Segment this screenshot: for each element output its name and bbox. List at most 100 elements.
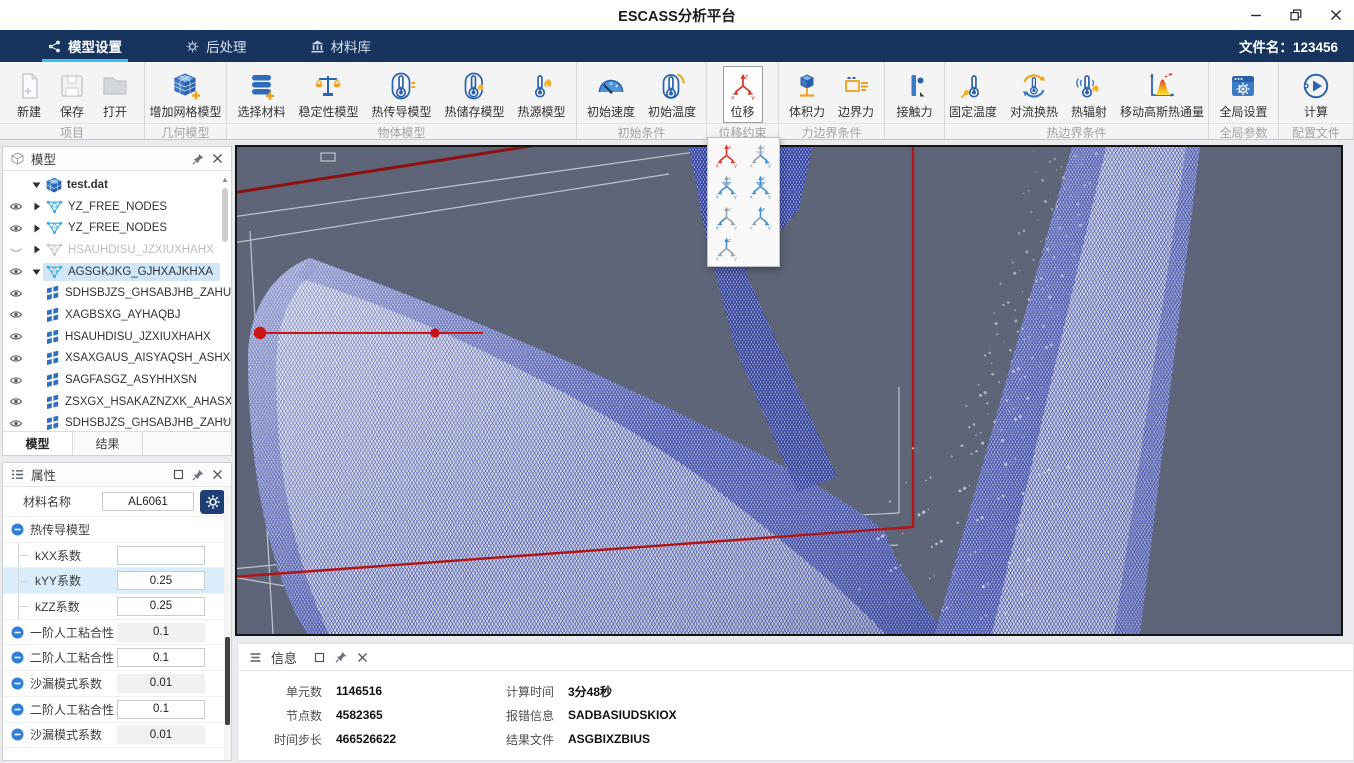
eye-icon[interactable]: [8, 375, 24, 386]
ribbon-button-select-material[interactable]: 选择材料: [231, 66, 291, 123]
material-name-input[interactable]: AL6061: [102, 492, 194, 511]
ribbon-button-heat-storage[interactable]: 热储存模型: [439, 66, 511, 123]
eye-icon[interactable]: [8, 201, 24, 212]
model-panel-tab-model[interactable]: 模型: [3, 432, 73, 455]
restore-window-icon[interactable]: [1288, 7, 1304, 23]
caret-down-icon[interactable]: [30, 181, 43, 189]
property-input[interactable]: 0.25: [117, 571, 205, 590]
property-input[interactable]: 0.1: [117, 700, 205, 719]
scroll-up-icon[interactable]: ▲: [221, 175, 229, 185]
collapse-minus-icon[interactable]: [11, 523, 24, 536]
tree-item[interactable]: HSAUHDISU_JZXIUXHAHX: [3, 239, 231, 261]
eye-icon[interactable]: [8, 396, 24, 407]
ribbon-button-contact-force[interactable]: 接触力: [890, 66, 938, 123]
eye-icon[interactable]: [8, 309, 24, 320]
tab-post-process[interactable]: 后处理: [180, 30, 253, 62]
eye-off-icon[interactable]: [8, 244, 24, 255]
ribbon-group-label: 配置文件: [1279, 123, 1353, 139]
ribbon-button-new-file[interactable]: 新建: [8, 66, 50, 123]
ribbon-button-gauss-heat-flux[interactable]: 移动高斯热通量: [1114, 66, 1210, 123]
axis-x-blue[interactable]: zxy: [711, 203, 742, 232]
property-input[interactable]: 0.01: [117, 725, 205, 744]
pin-icon[interactable]: [334, 650, 348, 664]
tree-item[interactable]: YZ_FREE_NODES: [3, 196, 231, 218]
eye-icon[interactable]: [8, 288, 24, 299]
ribbon-button-compute[interactable]: 计算: [1295, 66, 1337, 123]
pin-icon[interactable]: [191, 468, 205, 482]
pin-icon[interactable]: [191, 152, 205, 166]
ribbon-button-heat-source[interactable]: 热源模型: [512, 66, 572, 123]
material-gear-button[interactable]: [200, 490, 225, 514]
ribbon-button-stability-model[interactable]: 稳定性模型: [292, 66, 364, 123]
scroll-thumb[interactable]: [222, 188, 228, 242]
close-icon[interactable]: [211, 152, 224, 165]
property-input[interactable]: [117, 546, 205, 565]
collapse-minus-icon[interactable]: [11, 626, 24, 639]
ribbon-button-add-mesh[interactable]: 增加网格模型: [144, 66, 228, 123]
ribbon-button-displacement-axis[interactable]: zxy位移: [723, 66, 763, 123]
model-panel-title: 模型: [31, 149, 56, 168]
ribbon-button-global-settings[interactable]: 全局设置: [1213, 66, 1273, 123]
tree-item[interactable]: XSAXGAUS_AISYAQSH_ASHX: [3, 348, 231, 370]
collapse-minus-icon[interactable]: [11, 728, 24, 741]
tree-item[interactable]: AGSGKJKG_GJHXAJKHXA: [3, 261, 231, 283]
model-panel-tab-result[interactable]: 结果: [73, 432, 143, 455]
close-icon[interactable]: [211, 468, 224, 481]
gauss-heat-flux-icon: [1147, 70, 1177, 101]
eye-icon[interactable]: [8, 223, 24, 234]
ribbon-button-convection[interactable]: 对流换热: [1004, 66, 1064, 123]
eye-icon[interactable]: [8, 331, 24, 342]
property-section-row[interactable]: 热传导模型: [3, 517, 231, 543]
open-folder-icon: [100, 70, 130, 101]
caret-down-icon[interactable]: [30, 268, 43, 276]
ribbon-button-body-force[interactable]: 体积力: [783, 66, 831, 123]
collapse-minus-icon[interactable]: [11, 677, 24, 690]
float-icon[interactable]: [313, 651, 326, 664]
axis-y-blue[interactable]: zxy: [745, 141, 776, 170]
tree-item[interactable]: SDHSBJZS_GHSABJHB_ZAHU: [3, 282, 231, 304]
tree-item[interactable]: XAGBSXG_AYHAQBJ: [3, 304, 231, 326]
tree-item[interactable]: SDHSBJZS_GHSABJHB_ZAHU: [3, 413, 231, 431]
float-icon[interactable]: [172, 468, 185, 481]
property-input[interactable]: 0.01: [117, 674, 205, 693]
ribbon-button-initial-temperature[interactable]: 初始温度: [642, 66, 702, 123]
properties-scrollbar[interactable]: [224, 487, 231, 760]
caret-right-icon[interactable]: [30, 245, 43, 254]
ribbon-button-initial-velocity[interactable]: 初始速度: [581, 66, 641, 123]
tree-item[interactable]: HSAUHDISU_JZXIUXHAHX: [3, 326, 231, 348]
tab-material-library[interactable]: 材料库: [305, 30, 378, 62]
tree-item[interactable]: YZ_FREE_NODES: [3, 217, 231, 239]
axis-z-blue[interactable]: zxy: [711, 234, 742, 263]
axis-zy-blue[interactable]: zxy: [745, 203, 776, 232]
property-input[interactable]: 0.1: [117, 648, 205, 667]
tree-scrollbar[interactable]: ▲ ▼: [220, 175, 230, 427]
ribbon-button-heat-conduction[interactable]: 热传导模型: [365, 66, 437, 123]
ribbon-button-fixed-temperature[interactable]: 固定温度: [943, 66, 1003, 123]
minimize-icon[interactable]: [1248, 7, 1264, 23]
scroll-thumb[interactable]: [225, 637, 230, 725]
ribbon-button-open-folder[interactable]: 打开: [94, 66, 136, 123]
tab-model-settings[interactable]: 模型设置: [42, 30, 128, 62]
axis-xyz-red[interactable]: zxy: [711, 141, 742, 170]
tree-item[interactable]: SAGFASGZ_ASYHHXSN: [3, 369, 231, 391]
close-window-icon[interactable]: [1328, 7, 1344, 23]
eye-icon[interactable]: [8, 266, 24, 277]
ribbon-button-thermal-radiation[interactable]: 热辐射: [1065, 66, 1113, 123]
ribbon-button-boundary-force[interactable]: 边界力: [832, 66, 880, 123]
property-input[interactable]: 0.1: [117, 623, 205, 642]
viewport-3d[interactable]: [235, 145, 1343, 636]
tree-item[interactable]: ZSXGX_HSAKAZNZXK_AHASX: [3, 391, 231, 413]
collapse-minus-icon[interactable]: [11, 703, 24, 716]
tree-item[interactable]: test.dat: [3, 174, 231, 196]
axis-xy-blue-plane[interactable]: zxy: [711, 172, 742, 201]
close-icon[interactable]: [356, 651, 369, 664]
scroll-down-icon[interactable]: ▼: [221, 417, 229, 427]
eye-icon[interactable]: [8, 418, 24, 429]
eye-icon[interactable]: [8, 353, 24, 364]
collapse-minus-icon[interactable]: [11, 651, 24, 664]
axis-xyz-blue-plane[interactable]: zxy: [745, 172, 776, 201]
property-input[interactable]: 0.25: [117, 597, 205, 616]
caret-right-icon[interactable]: [30, 202, 43, 211]
caret-right-icon[interactable]: [30, 224, 43, 233]
ribbon-button-save[interactable]: 保存: [51, 66, 93, 123]
